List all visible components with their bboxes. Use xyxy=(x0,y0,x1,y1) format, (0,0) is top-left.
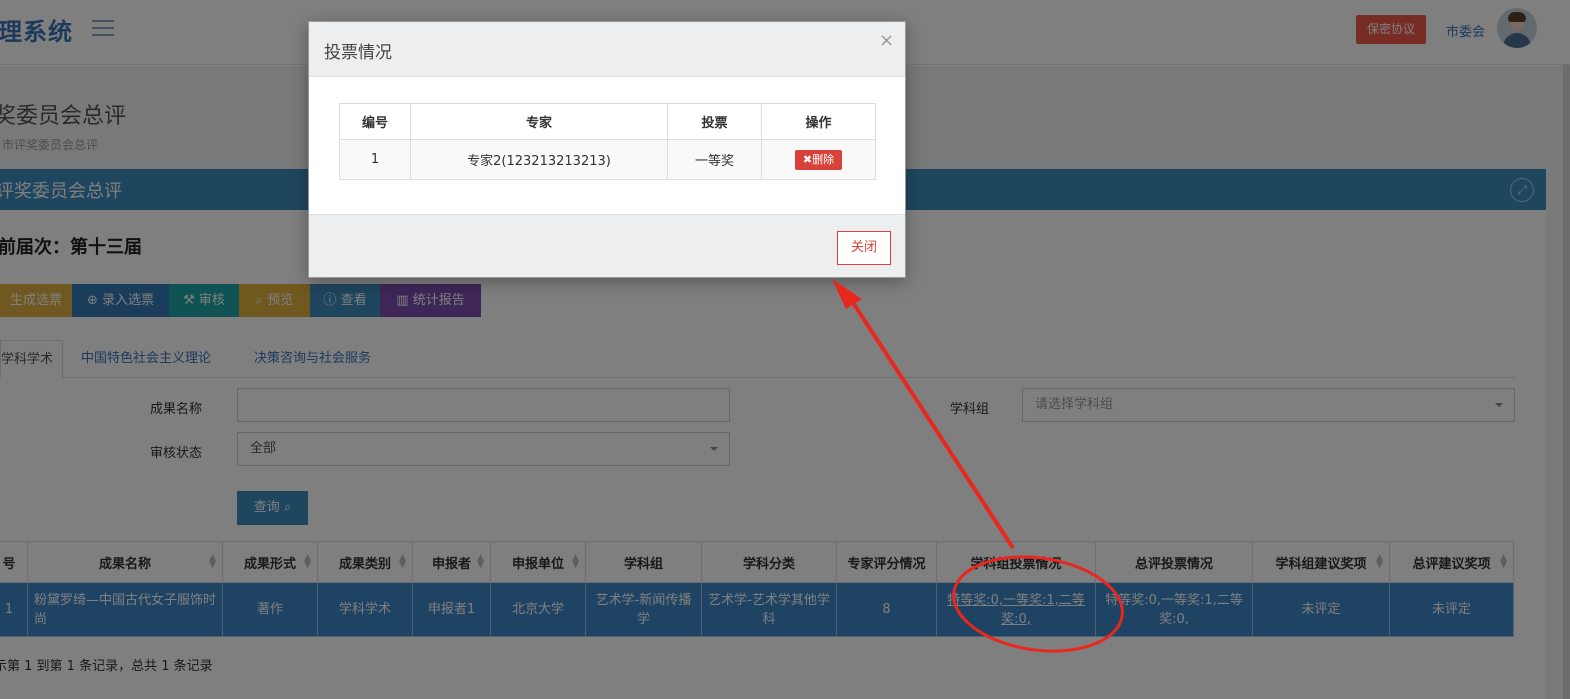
pointer-arrow-head xyxy=(832,279,862,309)
highlight-ellipse xyxy=(952,555,1124,653)
annotation-overlay xyxy=(832,279,1124,653)
pointer-arrow-line xyxy=(844,290,1015,550)
